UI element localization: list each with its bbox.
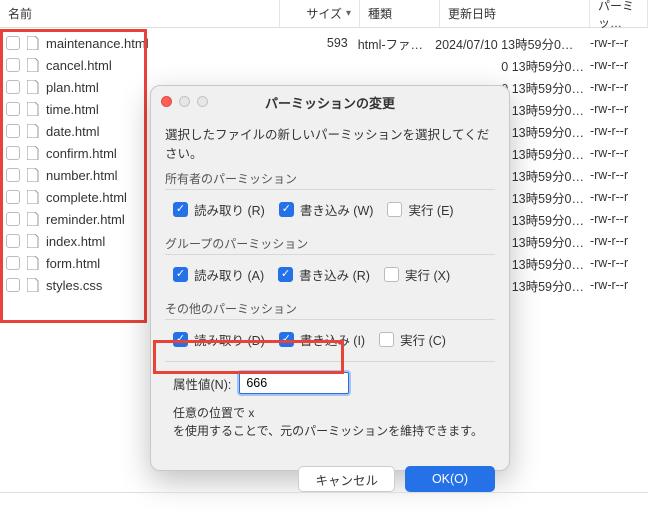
file-name: number.html [46, 168, 118, 183]
file-checkbox[interactable] [6, 256, 20, 270]
file-checkbox[interactable] [6, 102, 20, 116]
cell-perm: -rw-r--r [590, 234, 648, 248]
file-checkbox[interactable] [6, 36, 20, 50]
file-checkbox[interactable] [6, 278, 20, 292]
file-checkbox[interactable] [6, 212, 20, 226]
file-icon [26, 233, 40, 249]
close-icon[interactable] [161, 96, 172, 107]
group-exec-checkbox[interactable]: 実行 (X) [384, 265, 450, 284]
column-header-bar: 名前 サイズ▾ 種類 更新日時 パーミッ… [0, 0, 648, 28]
file-name: plan.html [46, 80, 99, 95]
file-icon [26, 277, 40, 293]
attr-label: 属性値(N): [173, 374, 231, 393]
sort-arrow-icon: ▾ [346, 8, 351, 19]
cell-perm: -rw-r--r [590, 256, 648, 270]
file-icon [26, 145, 40, 161]
cell-perm: -rw-r--r [590, 124, 648, 138]
cell-perm: -rw-r--r [590, 146, 648, 160]
file-checkbox[interactable] [6, 146, 20, 160]
file-name: confirm.html [46, 146, 117, 161]
file-icon [26, 167, 40, 183]
other-write-checkbox[interactable]: 書き込み (I) [279, 330, 365, 349]
file-icon [26, 211, 40, 227]
file-name: reminder.html [46, 212, 125, 227]
minimize-icon [179, 96, 190, 107]
cancel-button[interactable]: キャンセル [298, 466, 395, 492]
footer-divider [0, 492, 648, 493]
file-name: date.html [46, 124, 99, 139]
file-name: time.html [46, 102, 99, 117]
cell-perm: -rw-r--r [590, 168, 648, 182]
window-controls [161, 96, 208, 107]
cell-date: 0 13時59分0… [435, 56, 590, 75]
file-icon [26, 123, 40, 139]
file-checkbox[interactable] [6, 80, 20, 94]
cell-type: html-ファ… [358, 34, 435, 53]
cell-perm: -rw-r--r [590, 212, 648, 226]
col-type[interactable]: 種類 [360, 0, 440, 27]
other-read-checkbox[interactable]: 読み取り (D) [173, 330, 265, 349]
dialog-title: パーミッションの変更 [265, 93, 395, 112]
col-perm[interactable]: パーミッ… [590, 0, 648, 27]
group-group-title: グループのパーミッション [165, 235, 495, 252]
cell-perm: -rw-r--r [590, 80, 648, 94]
cell-size: 593 [280, 36, 358, 50]
file-name: maintenance.html [46, 36, 149, 51]
file-icon [26, 189, 40, 205]
cell-perm: -rw-r--r [590, 58, 648, 72]
cell-perm: -rw-r--r [590, 278, 648, 292]
permissions-dialog: パーミッションの変更 選択したファイルの新しいパーミッションを選択してください。… [150, 85, 510, 471]
file-checkbox[interactable] [6, 190, 20, 204]
file-name: cancel.html [46, 58, 112, 73]
group-write-checkbox[interactable]: 書き込み (R) [278, 265, 370, 284]
file-icon [26, 79, 40, 95]
cell-date: 2024/07/10 13時59分0… [435, 34, 590, 53]
file-checkbox[interactable] [6, 58, 20, 72]
col-date[interactable]: 更新日時 [440, 0, 590, 27]
file-icon [26, 255, 40, 271]
file-name: form.html [46, 256, 100, 271]
owner-write-checkbox[interactable]: 書き込み (W) [279, 200, 374, 219]
zoom-icon [197, 96, 208, 107]
other-exec-checkbox[interactable]: 実行 (C) [379, 330, 446, 349]
file-icon [26, 101, 40, 117]
dialog-description: 選択したファイルの新しいパーミッションを選択してください。 [165, 124, 495, 162]
owner-read-checkbox[interactable]: 読み取り (R) [173, 200, 265, 219]
col-size[interactable]: サイズ▾ [280, 0, 360, 27]
owner-group-title: 所有者のパーミッション [165, 170, 495, 187]
file-icon [26, 57, 40, 73]
attr-value-input[interactable] [239, 372, 349, 394]
dialog-hint: 任意の位置で x を使用することで、元のパーミッションを維持できます。 [165, 398, 495, 446]
file-checkbox[interactable] [6, 124, 20, 138]
ok-button[interactable]: OK(O) [405, 466, 495, 492]
col-name[interactable]: 名前 [0, 0, 280, 27]
file-checkbox[interactable] [6, 168, 20, 182]
group-read-checkbox[interactable]: 読み取り (A) [173, 265, 264, 284]
file-icon [26, 35, 40, 51]
dialog-titlebar: パーミッションの変更 [151, 86, 509, 118]
file-name: index.html [46, 234, 105, 249]
file-name: complete.html [46, 190, 127, 205]
cell-perm: -rw-r--r [590, 36, 648, 50]
file-name: styles.css [46, 278, 102, 293]
cell-perm: -rw-r--r [590, 102, 648, 116]
file-checkbox[interactable] [6, 234, 20, 248]
other-group-title: その他のパーミッション [165, 300, 495, 317]
owner-exec-checkbox[interactable]: 実行 (E) [387, 200, 453, 219]
cell-perm: -rw-r--r [590, 190, 648, 204]
